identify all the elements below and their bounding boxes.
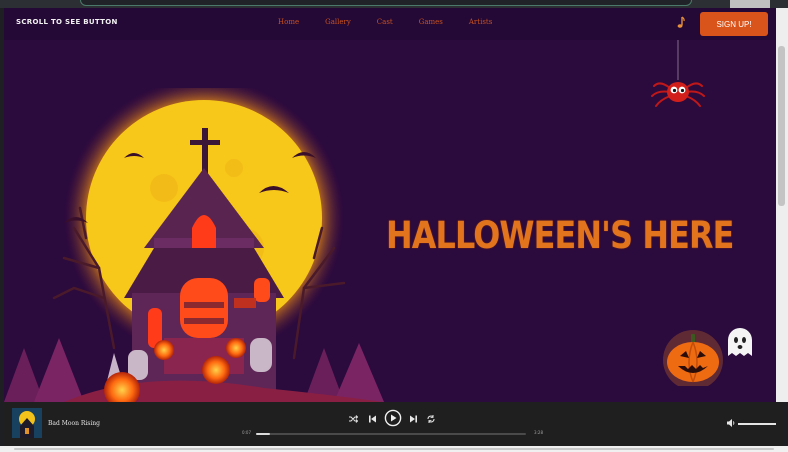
navbar: SCROLL TO SEE BUTTON Home Gallery Cast G… bbox=[4, 8, 776, 40]
site-brand[interactable]: SCROLL TO SEE BUTTON bbox=[16, 18, 118, 26]
repeat-icon[interactable] bbox=[426, 414, 436, 424]
haunted-house-illustration bbox=[4, 88, 384, 402]
nav-links: Home Gallery Cast Games Artists bbox=[278, 18, 518, 26]
track-title: Bad Moon Rising bbox=[48, 420, 101, 427]
signup-button[interactable]: SIGN UP! bbox=[700, 12, 768, 36]
progress-bar[interactable] bbox=[256, 433, 526, 435]
album-cover bbox=[12, 408, 42, 438]
horizontal-scrollbar-thumb[interactable] bbox=[14, 448, 774, 450]
nav-link-home[interactable]: Home bbox=[278, 18, 299, 26]
music-player: Bad Moon Rising 0:07 3:28 bbox=[4, 402, 784, 446]
browser-top-bar bbox=[0, 0, 788, 14]
hero-headline: HALLOWEEN'S HERE bbox=[386, 214, 734, 257]
nav-link-gallery[interactable]: Gallery bbox=[325, 18, 351, 26]
page-scrollbar[interactable] bbox=[776, 8, 788, 402]
music-note-icon[interactable] bbox=[675, 16, 685, 30]
play-icon[interactable] bbox=[384, 409, 402, 427]
horizontal-scrollbar[interactable] bbox=[0, 446, 788, 452]
scrollbar-thumb[interactable] bbox=[778, 46, 785, 206]
nav-link-cast[interactable]: Cast bbox=[377, 18, 393, 26]
ghost-icon bbox=[728, 328, 752, 356]
spider-decoration bbox=[651, 40, 705, 107]
shuffle-icon[interactable] bbox=[348, 414, 358, 424]
end-time: 3:28 bbox=[534, 430, 543, 435]
nav-link-artists[interactable]: Artists bbox=[469, 18, 492, 26]
progress-fill bbox=[256, 433, 270, 435]
progress-section: 0:07 3:28 bbox=[242, 430, 552, 440]
webpage: SCROLL TO SEE BUTTON Home Gallery Cast G… bbox=[4, 8, 776, 402]
volume-slider[interactable] bbox=[738, 423, 776, 425]
previous-icon[interactable] bbox=[368, 414, 377, 424]
next-icon[interactable] bbox=[409, 414, 418, 424]
jack-o-lantern-icon bbox=[663, 330, 723, 386]
current-time: 0:07 bbox=[242, 430, 251, 435]
address-bar[interactable] bbox=[80, 0, 692, 6]
volume-fill bbox=[738, 423, 776, 425]
volume-icon[interactable] bbox=[726, 418, 736, 428]
nav-link-games[interactable]: Games bbox=[419, 18, 443, 26]
